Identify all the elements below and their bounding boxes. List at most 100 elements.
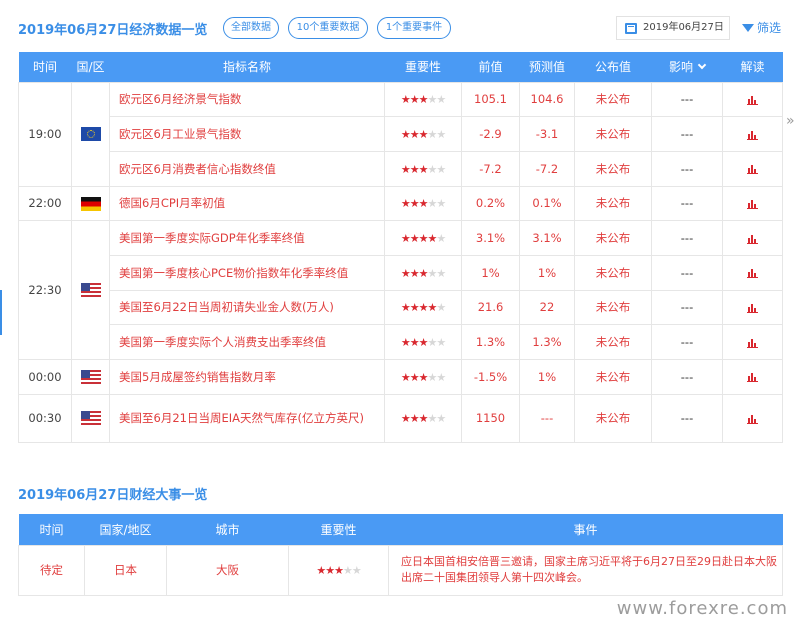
star-empty-icon: ★ bbox=[427, 128, 437, 142]
col-country: 国/区 bbox=[71, 52, 110, 82]
importance-stars: ★★★★★ bbox=[401, 232, 446, 245]
analysis-cell[interactable] bbox=[722, 150, 783, 187]
bar-chart-icon[interactable] bbox=[747, 303, 758, 313]
actual-value: 未公布 bbox=[574, 220, 652, 256]
indicator-name-link[interactable]: 美国至6月21日当周EIA天然气库存(亿立方英尺) bbox=[109, 393, 385, 443]
indicator-name-link[interactable]: 美国至6月22日当周初请失业金人数(万人) bbox=[109, 289, 385, 326]
star-filled-icon: ★ bbox=[316, 564, 326, 577]
events-col-time: 时间 bbox=[18, 514, 85, 545]
forecast-value: -7.2 bbox=[519, 150, 575, 187]
date-picker[interactable]: 2019年06月27日 bbox=[616, 16, 730, 40]
events-table: 时间 国家/地区 城市 重要性 事件 待定 日本 大阪 ★★★★★ 应日本国首相安倍晋三… bbox=[18, 514, 783, 596]
analysis-cell[interactable] bbox=[722, 289, 783, 326]
bar-chart-icon[interactable] bbox=[747, 130, 758, 140]
table-row: 22:00 德国6月CPI月率初值 ★★★★★ 0.2% 0.1% 未公布 --- bbox=[18, 185, 783, 222]
bar-chart-icon[interactable] bbox=[747, 234, 758, 244]
actual-value: 未公布 bbox=[574, 150, 652, 187]
bar-chart-icon[interactable] bbox=[747, 372, 758, 383]
star-empty-icon: ★ bbox=[427, 93, 437, 107]
indicator-name-link[interactable]: 欧元区6月消费者信心指数终值 bbox=[109, 150, 385, 187]
importance-stars: ★★★★★ bbox=[401, 336, 446, 350]
star-filled-icon: ★ bbox=[400, 370, 411, 384]
time-cell: 22:30 bbox=[18, 220, 72, 360]
analysis-cell[interactable] bbox=[722, 185, 783, 222]
left-edge-marker bbox=[0, 290, 2, 335]
analysis-cell[interactable] bbox=[722, 220, 783, 256]
forecast-value: 1.3% bbox=[519, 324, 575, 360]
filter-important-data-button[interactable]: 10个重要数据 bbox=[288, 17, 368, 39]
filter-important-events-button[interactable]: 1个重要事件 bbox=[377, 17, 451, 39]
previous-value: -1.5% bbox=[461, 359, 520, 395]
actual-value: 未公布 bbox=[574, 359, 652, 395]
actual-value: 未公布 bbox=[574, 289, 652, 326]
impact-value: --- bbox=[651, 393, 723, 443]
analysis-cell[interactable] bbox=[722, 81, 783, 118]
star-empty-icon: ★ bbox=[427, 412, 437, 426]
germany-flag-icon bbox=[80, 196, 101, 211]
star-empty-icon: ★ bbox=[436, 336, 446, 350]
funnel-icon bbox=[742, 24, 754, 32]
analysis-cell[interactable] bbox=[722, 116, 783, 152]
star-filled-icon: ★ bbox=[400, 412, 411, 426]
previous-value: -2.9 bbox=[461, 116, 520, 152]
table-row: 欧元区6月工业景气指数 ★★★★★ -2.9 -3.1 未公布 --- bbox=[19, 116, 783, 152]
bar-chart-icon[interactable] bbox=[747, 164, 758, 175]
indicator-name-link[interactable]: 欧元区6月工业景气指数 bbox=[109, 116, 385, 152]
star-filled-icon: ★ bbox=[400, 162, 411, 176]
bar-chart-icon[interactable] bbox=[747, 95, 758, 105]
filter-button[interactable]: 筛选 bbox=[742, 19, 781, 36]
indicator-name-link[interactable]: 美国5月成屋签约销售指数月率 bbox=[109, 359, 385, 395]
indicator-name-link[interactable]: 欧元区6月经济景气指数 bbox=[109, 81, 385, 118]
filter-label: 筛选 bbox=[757, 21, 782, 35]
col-impact[interactable]: 影响 bbox=[651, 52, 723, 82]
importance-cell: ★★★★★ bbox=[384, 116, 462, 152]
analysis-cell[interactable] bbox=[722, 359, 783, 395]
events-col-importance: 重要性 bbox=[288, 514, 389, 545]
bar-chart-icon[interactable] bbox=[747, 199, 758, 209]
star-filled-icon: ★ bbox=[409, 162, 420, 176]
col-actual: 公布值 bbox=[574, 52, 652, 82]
bar-chart-icon[interactable] bbox=[747, 414, 758, 424]
analysis-cell[interactable] bbox=[722, 324, 783, 360]
star-empty-icon: ★ bbox=[436, 128, 446, 142]
chevron-right-icon[interactable]: » bbox=[786, 113, 795, 129]
star-filled-icon: ★ bbox=[400, 301, 411, 315]
table-row: 美国第一季度实际个人消费支出季率终值 ★★★★★ 1.3% 1.3% 未公布 --- bbox=[19, 324, 783, 360]
indicator-name-link[interactable]: 美国第一季度实际GDP年化季率终值 bbox=[109, 220, 385, 256]
importance-stars: ★★★★★ bbox=[400, 412, 446, 426]
time-cell: 19:00 bbox=[18, 81, 72, 187]
analysis-cell[interactable] bbox=[722, 254, 783, 291]
bar-chart-icon[interactable] bbox=[747, 268, 758, 279]
indicator-name-link[interactable]: 美国第一季度核心PCE物价指数年化季率终值 bbox=[109, 254, 385, 291]
impact-value: --- bbox=[651, 81, 723, 118]
bar-chart-icon[interactable] bbox=[747, 338, 758, 348]
event-time: 待定 bbox=[18, 544, 85, 596]
indicator-name-link[interactable]: 德国6月CPI月率初值 bbox=[109, 185, 385, 222]
header-bar: 2019年06月27日经济数据一览 全部数据 10个重要数据 1个重要事件 20… bbox=[18, 14, 782, 42]
analysis-cell[interactable] bbox=[722, 393, 783, 443]
star-empty-icon: ★ bbox=[436, 412, 446, 426]
events-section-title: 2019年06月27日财经大事一览 bbox=[18, 488, 208, 503]
event-description: 应日本国首相安倍晋三邀请，国家主席习近平将于6月27日至29日赴日本大阪出席二十… bbox=[388, 544, 783, 596]
importance-cell: ★★★★★ bbox=[384, 185, 462, 222]
forecast-value: 0.1% bbox=[519, 185, 575, 222]
importance-stars: ★★★★★ bbox=[401, 128, 446, 142]
indicator-name-link[interactable]: 美国第一季度实际个人消费支出季率终值 bbox=[109, 324, 385, 360]
star-filled-icon: ★ bbox=[409, 266, 420, 280]
star-empty-icon: ★ bbox=[436, 370, 446, 384]
star-filled-icon: ★ bbox=[409, 370, 420, 384]
previous-value: -7.2 bbox=[461, 150, 520, 187]
col-indicator: 指标名称 bbox=[109, 52, 385, 82]
star-empty-icon: ★ bbox=[427, 162, 437, 176]
watermark: www.forexre.com bbox=[616, 598, 788, 619]
previous-value: 1150 bbox=[461, 393, 520, 443]
importance-stars: ★★★★★ bbox=[316, 564, 361, 577]
importance-cell: ★★★★★ bbox=[384, 220, 462, 256]
impact-value: --- bbox=[651, 359, 723, 395]
country-cell bbox=[71, 185, 110, 222]
event-city: 大阪 bbox=[166, 544, 289, 596]
table-row: 19:00 欧元区6月经济景气指数 ★★★★★ 105.1 104.6 未公布 --- bbox=[18, 81, 783, 187]
importance-stars: ★★★★★ bbox=[401, 266, 446, 280]
filter-all-data-button[interactable]: 全部数据 bbox=[223, 17, 279, 39]
importance-cell: ★★★★★ bbox=[384, 254, 462, 291]
